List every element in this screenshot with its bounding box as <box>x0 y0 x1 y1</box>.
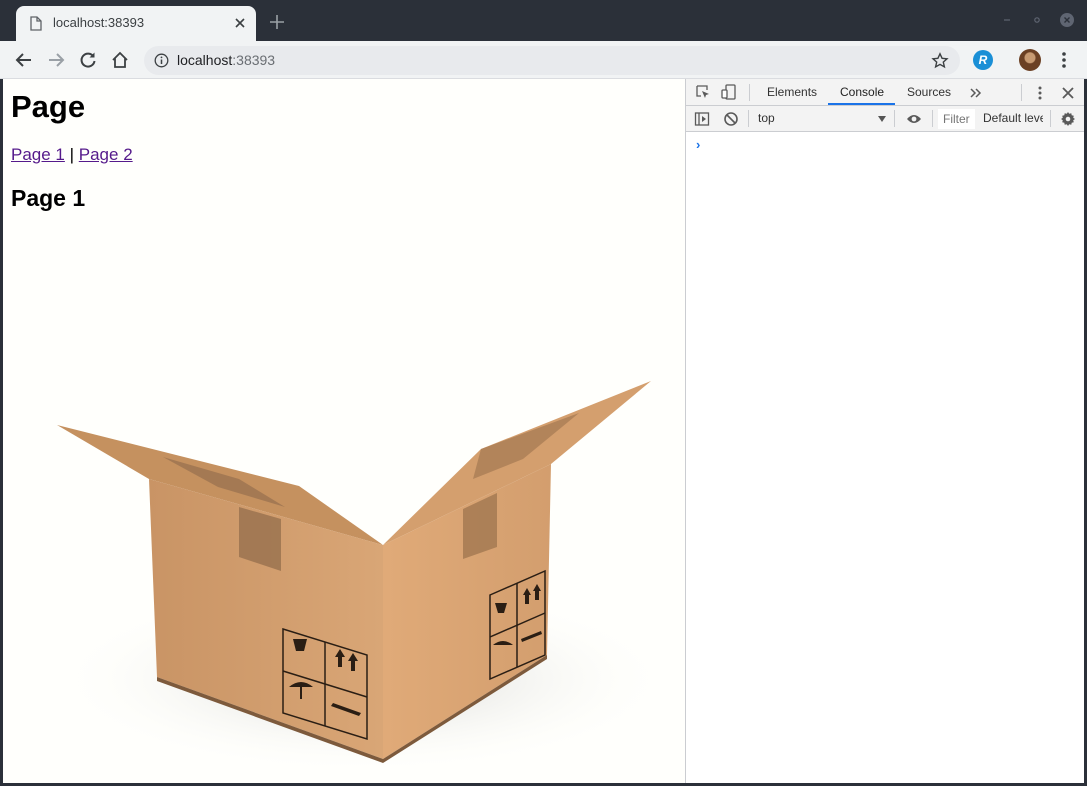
cardboard-box-image <box>53 381 673 774</box>
tab-separator <box>749 84 750 101</box>
info-icon[interactable] <box>154 53 169 68</box>
window-frame <box>0 79 3 786</box>
devtools-menu-icon[interactable] <box>1032 85 1048 101</box>
inspect-element-icon[interactable] <box>695 84 711 100</box>
toolbar-separator <box>748 110 749 127</box>
close-tab-icon[interactable] <box>232 15 248 31</box>
address-bar[interactable]: localhost:38393 <box>144 46 960 75</box>
nav-separator: | <box>64 145 79 164</box>
active-tab-indicator <box>828 103 895 105</box>
console-sidebar-icon[interactable] <box>694 111 710 127</box>
toolbar-separator <box>894 110 895 127</box>
new-tab-icon[interactable] <box>268 13 286 31</box>
live-expression-eye-icon[interactable] <box>906 111 922 127</box>
devtools-panel: Elements Console Sources top Filter Defa… <box>685 79 1085 783</box>
browser-toolbar: localhost:38393 <box>0 41 1087 79</box>
bookmark-star-icon[interactable] <box>931 52 949 70</box>
page-title: Page <box>11 89 86 124</box>
console-prompt[interactable]: › <box>696 137 700 152</box>
page-viewport: Page Page 1 | Page 2 Page 1 <box>3 79 685 783</box>
page-nav: Page 1 | Page 2 <box>11 145 133 165</box>
tab-separator <box>1021 84 1022 101</box>
tab-elements[interactable]: Elements <box>767 85 817 99</box>
minimize-icon[interactable] <box>999 12 1015 28</box>
chevron-down-icon[interactable] <box>878 116 886 122</box>
page-subheading: Page 1 <box>11 185 86 211</box>
toolbar-separator <box>932 110 933 127</box>
page-1-link[interactable]: Page 1 <box>11 145 65 164</box>
console-settings-gear-icon[interactable] <box>1060 111 1076 127</box>
console-filter-input[interactable]: Filter <box>938 109 975 129</box>
more-tabs-chevron-icon[interactable] <box>968 85 984 101</box>
tab-title: localhost:38393 <box>53 15 145 30</box>
log-levels-select[interactable]: Default levels <box>983 111 1043 125</box>
close-window-icon[interactable] <box>1059 12 1075 28</box>
tab-sources[interactable]: Sources <box>907 85 951 99</box>
clear-console-icon[interactable] <box>723 111 739 127</box>
profile-avatar[interactable] <box>1019 49 1041 71</box>
close-devtools-icon[interactable] <box>1060 85 1076 101</box>
forward-arrow-icon[interactable] <box>46 50 66 70</box>
browser-titlebar: localhost:38393 <box>0 0 1087 41</box>
page-2-link[interactable]: Page 2 <box>79 145 133 164</box>
maximize-icon[interactable] <box>1029 12 1045 28</box>
devtools-tabbar: Elements Console Sources <box>686 79 1085 106</box>
url-text: localhost:38393 <box>177 52 276 68</box>
browser-tab[interactable]: localhost:38393 <box>16 6 256 41</box>
console-toolbar: top Filter Default levels <box>686 106 1085 132</box>
tab-console[interactable]: Console <box>840 85 884 99</box>
back-arrow-icon[interactable] <box>14 50 34 70</box>
device-toolbar-icon[interactable] <box>721 84 737 100</box>
reload-icon[interactable] <box>78 50 98 70</box>
home-icon[interactable] <box>110 50 130 70</box>
context-select[interactable]: top <box>758 111 775 125</box>
chrome-menu-icon[interactable] <box>1058 50 1070 70</box>
extension-icon[interactable]: R <box>973 50 993 70</box>
toolbar-separator <box>1050 110 1051 127</box>
page-icon <box>30 16 42 31</box>
